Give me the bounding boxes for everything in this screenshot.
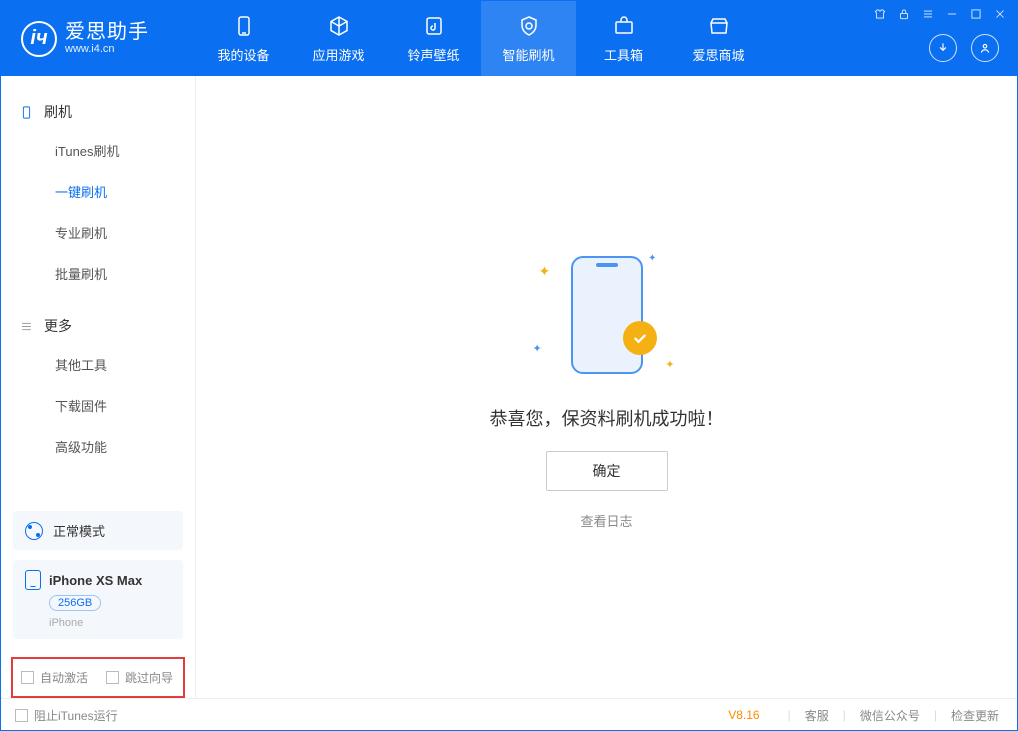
nav-label: 铃声壁纸 bbox=[407, 45, 459, 64]
sparkle-icon: ✦ bbox=[665, 358, 674, 371]
logo-area: iч 爱思助手 www.i4.cn bbox=[1, 21, 196, 57]
device-mode-label: 正常模式 bbox=[53, 521, 105, 540]
sparkle-icon: ✦ bbox=[648, 253, 656, 264]
support-link[interactable]: 客服 bbox=[801, 707, 833, 724]
wechat-link[interactable]: 微信公众号 bbox=[856, 707, 924, 724]
device-name: iPhone XS Max bbox=[49, 573, 142, 588]
nav-my-device[interactable]: 我的设备 bbox=[196, 1, 291, 76]
sparkle-icon: ✦ bbox=[533, 342, 542, 355]
phone-icon bbox=[231, 13, 257, 39]
sidebar-group-flash: 刷机 bbox=[1, 94, 195, 130]
checkbox-skip-guide[interactable]: 跳过向导 bbox=[106, 669, 173, 686]
maximize-icon[interactable] bbox=[967, 5, 985, 23]
device-type: iPhone bbox=[49, 617, 83, 629]
checkbox-auto-activate[interactable]: 自动激活 bbox=[21, 669, 88, 686]
nav-smart-flash[interactable]: 智能刷机 bbox=[481, 1, 576, 76]
nav-label: 应用游戏 bbox=[312, 45, 364, 64]
device-info-row[interactable]: iPhone XS Max 256GB iPhone bbox=[13, 560, 183, 639]
separator: | bbox=[788, 708, 791, 722]
sidebar: 刷机 iTunes刷机 一键刷机 专业刷机 批量刷机 更多 其他工具 下载固件 … bbox=[1, 76, 196, 698]
sidebar-item-batch-flash[interactable]: 批量刷机 bbox=[1, 253, 195, 294]
body-area: 刷机 iTunes刷机 一键刷机 专业刷机 批量刷机 更多 其他工具 下载固件 … bbox=[1, 76, 1017, 698]
device-phone-icon bbox=[25, 570, 41, 590]
sidebar-group-label: 刷机 bbox=[44, 102, 72, 122]
ok-button[interactable]: 确定 bbox=[546, 451, 668, 491]
nav-apps-games[interactable]: 应用游戏 bbox=[291, 1, 386, 76]
refresh-shield-icon bbox=[516, 13, 542, 39]
sidebar-item-pro-flash[interactable]: 专业刷机 bbox=[1, 212, 195, 253]
phone-illustration-icon bbox=[571, 256, 643, 374]
main-nav: 我的设备 应用游戏 铃声壁纸 智能刷机 工具箱 爱思商城 bbox=[196, 1, 766, 76]
checkbox-label: 跳过向导 bbox=[125, 669, 173, 686]
checkbox-label: 阻止iTunes运行 bbox=[34, 707, 118, 724]
device-mode-row[interactable]: 正常模式 bbox=[13, 511, 183, 550]
sidebar-item-download-firmware[interactable]: 下载固件 bbox=[1, 385, 195, 426]
nav-ringtone-wallpaper[interactable]: 铃声壁纸 bbox=[386, 1, 481, 76]
options-row-highlighted: 自动激活 跳过向导 bbox=[11, 657, 185, 698]
lock-icon[interactable] bbox=[895, 5, 913, 23]
checkbox-icon bbox=[15, 709, 28, 722]
separator: | bbox=[934, 708, 937, 722]
nav-store[interactable]: 爱思商城 bbox=[671, 1, 766, 76]
status-bar: 阻止iTunes运行 V8.16 | 客服 | 微信公众号 | 检查更新 bbox=[1, 698, 1017, 731]
sidebar-item-other-tools[interactable]: 其他工具 bbox=[1, 344, 195, 385]
version-label: V8.16 bbox=[728, 708, 759, 722]
view-log-link[interactable]: 查看日志 bbox=[580, 511, 632, 530]
checkbox-label: 自动激活 bbox=[40, 669, 88, 686]
nav-toolbox[interactable]: 工具箱 bbox=[576, 1, 671, 76]
nav-label: 爱思商城 bbox=[692, 45, 744, 64]
app-subtitle: www.i4.cn bbox=[65, 43, 149, 55]
checkbox-icon bbox=[21, 671, 34, 684]
window-controls bbox=[871, 5, 1009, 23]
app-header: iч 爱思助手 www.i4.cn 我的设备 应用游戏 铃声壁纸 智能刷机 工具… bbox=[1, 1, 1017, 76]
app-logo-icon: iч bbox=[21, 21, 57, 57]
device-capacity: 256GB bbox=[49, 595, 101, 611]
user-button[interactable] bbox=[971, 34, 999, 62]
toolbox-icon bbox=[611, 13, 637, 39]
success-message: 恭喜您，保资料刷机成功啦！ bbox=[490, 405, 724, 431]
sidebar-group-more: 更多 bbox=[1, 308, 195, 344]
checkmark-badge-icon bbox=[623, 321, 657, 355]
close-icon[interactable] bbox=[991, 5, 1009, 23]
minimize-icon[interactable] bbox=[943, 5, 961, 23]
list-icon bbox=[19, 319, 34, 334]
music-note-icon bbox=[421, 13, 447, 39]
success-illustration: ✦ ✦ ✦ ✦ bbox=[527, 245, 687, 385]
menu-icon[interactable] bbox=[919, 5, 937, 23]
sidebar-group-label: 更多 bbox=[44, 316, 72, 336]
device-panel: 正常模式 iPhone XS Max 256GB iPhone bbox=[13, 511, 183, 639]
header-right-buttons bbox=[929, 34, 999, 62]
mode-icon bbox=[25, 522, 43, 540]
app-title: 爱思助手 bbox=[65, 21, 149, 43]
separator: | bbox=[843, 708, 846, 722]
main-content: ✦ ✦ ✦ ✦ 恭喜您，保资料刷机成功啦！ 确定 查看日志 bbox=[196, 76, 1017, 698]
sidebar-item-advanced[interactable]: 高级功能 bbox=[1, 426, 195, 467]
phone-outline-icon bbox=[19, 105, 34, 120]
store-icon bbox=[706, 13, 732, 39]
cube-icon bbox=[326, 13, 352, 39]
checkbox-icon bbox=[106, 671, 119, 684]
nav-label: 智能刷机 bbox=[502, 45, 554, 64]
checkbox-block-itunes[interactable]: 阻止iTunes运行 bbox=[15, 707, 118, 724]
logo-text: 爱思助手 www.i4.cn bbox=[65, 21, 149, 55]
check-update-link[interactable]: 检查更新 bbox=[947, 707, 1003, 724]
sidebar-item-itunes-flash[interactable]: iTunes刷机 bbox=[1, 130, 195, 171]
sidebar-item-onekey-flash[interactable]: 一键刷机 bbox=[1, 171, 195, 212]
sparkle-icon: ✦ bbox=[539, 263, 551, 280]
download-button[interactable] bbox=[929, 34, 957, 62]
nav-label: 工具箱 bbox=[604, 45, 643, 64]
nav-label: 我的设备 bbox=[217, 45, 269, 64]
tshirt-icon[interactable] bbox=[871, 5, 889, 23]
